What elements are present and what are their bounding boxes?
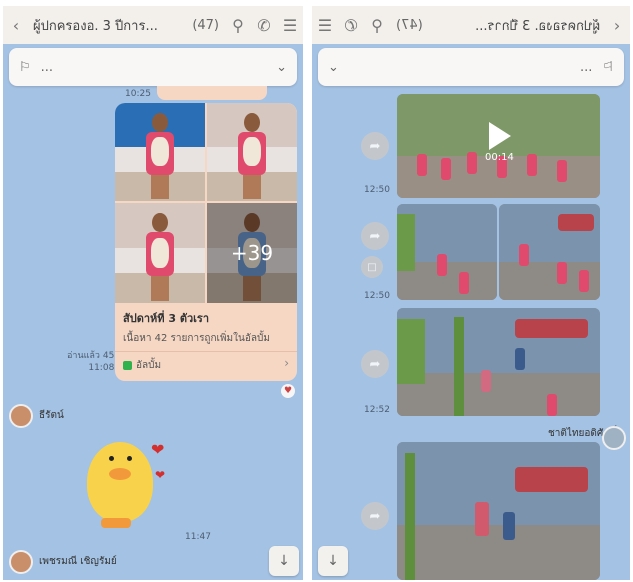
chevron-left-icon[interactable]: ‹ (3, 16, 29, 35)
sticker[interactable]: ❤ ❤ (77, 434, 169, 530)
menu-icon[interactable]: ☰ (312, 16, 338, 35)
message-time: 10:25 (125, 89, 151, 99)
chevron-right-icon[interactable]: › (284, 356, 289, 370)
share-icon[interactable]: ➦ (361, 502, 389, 530)
phone-icon[interactable]: ✆ (251, 16, 277, 35)
share-icon[interactable]: ➦ (361, 350, 389, 378)
megaphone-icon: ⚐ (19, 59, 31, 75)
announcement-bar[interactable]: ⚐ ... ⌄ (318, 48, 624, 86)
photo-message[interactable] (397, 204, 497, 300)
read-count: อ่านแล้ว 45 (67, 351, 115, 361)
reaction-icon[interactable]: ♥ (281, 384, 295, 398)
play-icon[interactable] (489, 122, 511, 150)
scroll-down-button[interactable]: ↓ (269, 546, 299, 576)
album-card[interactable]: +39 สัปดาห์ที่ 3 ตัวเรา เนื้อหา 42 รายกา… (115, 103, 297, 381)
photo-message[interactable] (499, 204, 600, 300)
chat-panel-left: ‹ ผู้ปกครองอ. 3 ปีการ... (47) ⚲ ✆ ☰ ⚐ ..… (3, 6, 303, 580)
album-photo[interactable] (207, 103, 297, 201)
chevron-left-icon[interactable]: ‹ (604, 16, 630, 35)
divider (115, 351, 297, 352)
album-photo-grid[interactable]: +39 (115, 103, 297, 303)
more-photos-count: +39 (207, 203, 297, 303)
chat-header: ‹ ผู้ปกครองอ. 3 ปีการ... (47) ⚲ ✆ ☰ (312, 6, 630, 44)
album-link[interactable]: อัลบั้ม (123, 358, 161, 373)
chat-title[interactable]: ผู้ปกครองอ. 3 ปีการ... (29, 15, 192, 36)
message-time: 12:50 (364, 291, 390, 301)
avatar[interactable] (9, 404, 33, 428)
message-time: 11:08 (88, 363, 115, 373)
member-count: (47) (396, 17, 423, 33)
video-message[interactable]: 00:14 (397, 94, 600, 198)
announcement-text: ... (579, 59, 593, 75)
avatar[interactable] (9, 550, 33, 574)
mirrored-note-wrap: ⚐ ... ⌄ (312, 48, 630, 88)
photo-message[interactable] (397, 442, 600, 580)
chevron-down-icon[interactable]: ⌄ (276, 60, 287, 75)
scroll-down-button[interactable]: ↓ (318, 546, 348, 576)
album-photo[interactable] (115, 103, 205, 201)
announcement-bar[interactable]: ⚐ ... ⌄ (9, 48, 297, 86)
chevron-down-icon[interactable]: ⌄ (328, 60, 339, 75)
chat-title[interactable]: ผู้ปกครองอ. 3 ปีการ... (423, 15, 604, 36)
member-count: (47) (192, 17, 219, 33)
album-photo[interactable] (115, 203, 205, 303)
share-icon[interactable]: ➦ (361, 222, 389, 250)
megaphone-icon: ⚐ (602, 59, 614, 75)
album-icon (123, 361, 132, 370)
share-icon[interactable]: ➦ (361, 132, 389, 160)
album-link-label: อัลบั้ม (136, 360, 162, 371)
save-icon[interactable]: □ (361, 256, 383, 278)
mirrored-header-wrap: ‹ ผู้ปกครองอ. 3 ปีการ... (47) ⚲ ✆ ☰ (312, 6, 630, 44)
previous-message-bubble (157, 86, 267, 100)
menu-icon[interactable]: ☰ (277, 16, 303, 35)
album-photo-more[interactable]: +39 (207, 203, 297, 303)
avatar[interactable] (602, 426, 626, 450)
message-time: 12:50 (364, 185, 390, 195)
chat-header: ‹ ผู้ปกครองอ. 3 ปีการ... (47) ⚲ ✆ ☰ (3, 6, 303, 44)
album-title: สัปดาห์ที่ 3 ตัวเรา (123, 312, 209, 325)
search-icon[interactable]: ⚲ (225, 16, 251, 35)
photo-message[interactable] (397, 308, 600, 416)
video-duration: 00:14 (485, 152, 514, 163)
sender-name: เพชรมณี เชิญรัมย์ (39, 556, 117, 567)
message-time: 12:52 (364, 405, 390, 415)
read-receipt: อ่านแล้ว 45 11:08 (67, 350, 114, 374)
phone-icon[interactable]: ✆ (338, 16, 364, 35)
album-description: เนื้อหา 42 รายการถูกเพิ่มในอัลบั้ม (123, 333, 270, 344)
search-icon[interactable]: ⚲ (364, 16, 390, 35)
announcement-text: ... (40, 59, 54, 75)
sender-name: ธีรัตน์ (39, 410, 64, 421)
message-time: 11:47 (185, 532, 211, 542)
chat-panel-right: ‹ ผู้ปกครองอ. 3 ปีการ... (47) ⚲ ✆ ☰ ⚐ ..… (312, 6, 630, 580)
